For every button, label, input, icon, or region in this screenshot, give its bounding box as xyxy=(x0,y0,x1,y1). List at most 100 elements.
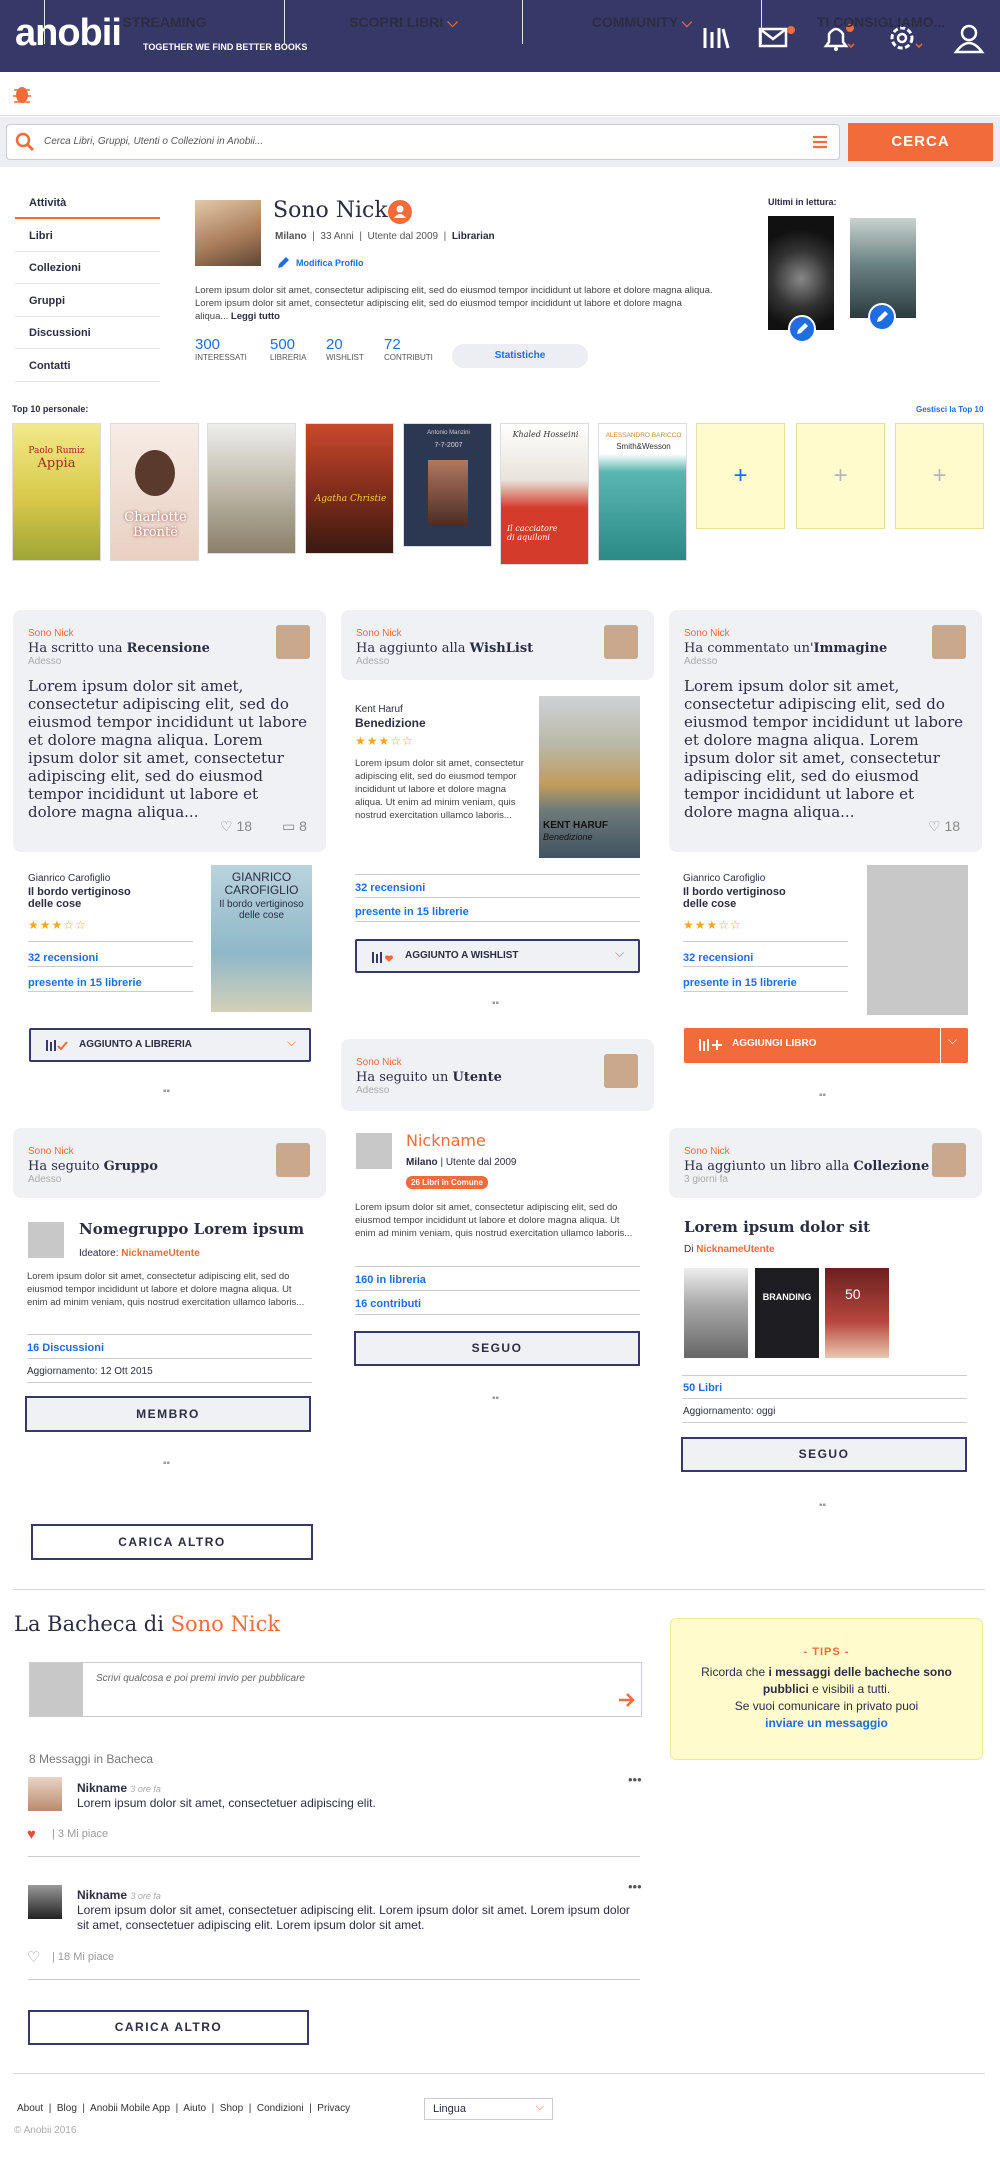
drag-handle[interactable]: ▪▪ xyxy=(163,1458,170,1469)
member-button[interactable]: MEMBRO xyxy=(25,1396,311,1432)
footer-link-about[interactable]: About xyxy=(17,2103,43,2114)
activity-user[interactable]: Sono Nick xyxy=(684,628,730,639)
like-count[interactable]: ♡ 18 xyxy=(928,818,960,835)
group-name[interactable]: Nomegruppo Lorem ipsum xyxy=(79,1220,304,1238)
nav-streaming[interactable]: STREAMING xyxy=(44,0,284,44)
avatar[interactable] xyxy=(604,625,638,659)
sidebar-item-gruppi[interactable]: Gruppi xyxy=(15,285,160,317)
activity-user[interactable]: Sono Nick xyxy=(356,628,402,639)
book-title[interactable]: Benedizione xyxy=(355,716,426,730)
sidebar-item-discussioni[interactable]: Discussioni xyxy=(15,317,160,349)
search-button[interactable]: CERCA xyxy=(848,123,993,161)
post-avatar[interactable] xyxy=(28,1885,62,1919)
like-count[interactable]: ♡ 18 xyxy=(220,818,252,835)
top10-book-5[interactable]: Antonio Manzini 7-7-2007 xyxy=(403,423,492,547)
heart-outline-icon[interactable]: ♡ xyxy=(27,1948,40,1966)
comment-count[interactable]: ▭ 8 xyxy=(282,818,307,835)
stat-interessati[interactable]: 300 INTERESSATI xyxy=(195,336,250,362)
book-title[interactable]: Il bordo vertiginoso delle cose xyxy=(28,886,148,910)
added-to-library-dropdown[interactable]: AGGIUNTO A LIBRERIA ⌵ xyxy=(29,1028,311,1062)
collection-name[interactable]: Lorem ipsum dolor sit xyxy=(684,1218,870,1236)
board-post-input[interactable] xyxy=(29,1662,642,1717)
avatar[interactable] xyxy=(932,625,966,659)
drag-handle[interactable]: ▪▪ xyxy=(819,1090,826,1101)
footer-link-condizioni[interactable]: Condizioni xyxy=(257,2103,304,2114)
avatar[interactable] xyxy=(604,1054,638,1088)
post-author[interactable]: Nikname 3 ore fa xyxy=(77,1781,161,1795)
added-to-wishlist-dropdown[interactable]: AGGIUNTO A WISHLIST ⌵ xyxy=(355,939,640,973)
activity-user[interactable]: Sono Nick xyxy=(28,628,74,639)
top10-book-3[interactable] xyxy=(207,423,296,554)
sidebar-item-collezioni[interactable]: Collezioni xyxy=(15,252,160,284)
bug-icon[interactable] xyxy=(0,72,44,116)
sidebar-item-libri[interactable]: Libri xyxy=(15,220,160,252)
follow-collection-button[interactable]: SEGUO xyxy=(681,1437,967,1472)
avatar[interactable] xyxy=(932,1143,966,1177)
group-avatar-placeholder[interactable] xyxy=(28,1222,64,1258)
drag-handle[interactable]: ▪▪ xyxy=(492,998,499,1009)
top10-add-slot[interactable]: + xyxy=(696,423,785,529)
board-load-more-button[interactable]: CARICA ALTRO xyxy=(28,2010,309,2045)
drag-handle[interactable]: ▪▪ xyxy=(492,1393,499,1404)
statistiche-button[interactable]: Statistiche xyxy=(452,344,588,368)
footer-link-blog[interactable]: Blog xyxy=(57,2103,77,2114)
footer-link-app[interactable]: Anobii Mobile App xyxy=(90,2103,170,2114)
owner-link[interactable]: NicknameUtente xyxy=(696,1244,774,1255)
edit-reading-button[interactable] xyxy=(788,315,816,343)
top10-add-slot[interactable]: + xyxy=(796,423,885,529)
avatar[interactable] xyxy=(276,1143,310,1177)
footer-link-privacy[interactable]: Privacy xyxy=(317,2103,350,2114)
book-cover[interactable]: GIANRICO CAROFIGLIO Il bordo vertiginoso… xyxy=(211,865,312,1012)
stores-link[interactable]: presente in 15 librerie xyxy=(28,977,142,989)
reviews-link[interactable]: 32 recensioni xyxy=(683,952,753,964)
more-options-icon[interactable]: ••• xyxy=(628,1879,642,1894)
send-arrow-icon[interactable] xyxy=(618,1693,636,1710)
drag-handle[interactable]: ▪▪ xyxy=(819,1500,826,1511)
reviews-link[interactable]: 32 recensioni xyxy=(355,882,425,894)
language-select[interactable]: Lingua ⌵ xyxy=(424,2098,553,2120)
activity-user[interactable]: Sono Nick xyxy=(28,1146,74,1157)
collection-book-3[interactable]: 50 xyxy=(825,1268,889,1358)
book-cover[interactable]: KENT HARUF Benedizione xyxy=(539,696,640,858)
top10-book-4[interactable]: Agatha Christie xyxy=(305,423,394,554)
add-book-dropdown[interactable]: AGGIUNGI LIBRO ⌵ xyxy=(684,1028,968,1063)
top10-book-7[interactable]: ALESSANDRO BARICCO Smith&Wesson xyxy=(598,423,687,561)
drag-handle[interactable]: ▪▪ xyxy=(163,1086,170,1097)
menu-icon[interactable] xyxy=(812,135,828,152)
top10-book-1[interactable]: Paolo Rumiz Appia xyxy=(12,423,101,561)
nav-ti-consigliamo[interactable]: TI CONSIGLIAMO... xyxy=(761,0,1000,44)
sidebar-item-contatti[interactable]: Contatti xyxy=(15,350,160,382)
sidebar-item-attivita[interactable]: Attività xyxy=(15,187,160,219)
collection-book-1[interactable] xyxy=(684,1268,748,1358)
library-count-link[interactable]: 160 in libreria xyxy=(355,1274,426,1286)
creator-link[interactable]: NicknameUtente xyxy=(121,1248,199,1259)
heart-icon[interactable]: ♥ xyxy=(27,1826,36,1843)
collection-book-2[interactable]: BRANDING xyxy=(755,1268,819,1358)
top10-book-2[interactable]: Charlotte Brontë xyxy=(110,423,199,561)
stat-wishlist[interactable]: 20 WISHLIST xyxy=(326,336,381,362)
activity-user[interactable]: Sono Nick xyxy=(684,1146,730,1157)
book-title[interactable]: Il bordo vertiginoso delle cose xyxy=(683,886,803,910)
reading-book-1[interactable] xyxy=(768,216,834,330)
books-count-link[interactable]: 50 Libri xyxy=(683,1382,722,1394)
stat-contributi[interactable]: 72 CONTRIBUTI xyxy=(384,336,444,362)
avatar[interactable] xyxy=(276,625,310,659)
profile-avatar[interactable] xyxy=(195,200,261,266)
footer-link-shop[interactable]: Shop xyxy=(220,2103,243,2114)
top10-add-slot[interactable]: + xyxy=(895,423,984,529)
stores-link[interactable]: presente in 15 librerie xyxy=(683,977,797,989)
nav-community[interactable]: COMMUNITY ⌵ xyxy=(522,0,761,44)
more-options-icon[interactable]: ••• xyxy=(628,1772,642,1787)
stores-link[interactable]: presente in 15 librerie xyxy=(355,906,469,918)
edit-profile-link[interactable]: Modifica Profilo xyxy=(296,258,364,268)
edit-reading-button[interactable] xyxy=(868,303,896,331)
footer-link-aiuto[interactable]: Aiuto xyxy=(183,2103,206,2114)
contributions-link[interactable]: 16 contributi xyxy=(355,1298,421,1310)
reviews-link[interactable]: 32 recensioni xyxy=(28,952,98,964)
nav-scopri-libri[interactable]: SCOPRI LIBRI ⌵ xyxy=(284,0,522,44)
post-author[interactable]: Nikname 3 ore fa xyxy=(77,1888,161,1902)
load-more-button[interactable]: CARICA ALTRO xyxy=(31,1524,313,1560)
top10-book-6[interactable]: Khaled Hosseini Il cacciatore di aquilon… xyxy=(500,423,589,565)
manage-top10-link[interactable]: Gestisci la Top 10 xyxy=(916,405,983,414)
user-avatar-placeholder[interactable] xyxy=(356,1133,392,1169)
